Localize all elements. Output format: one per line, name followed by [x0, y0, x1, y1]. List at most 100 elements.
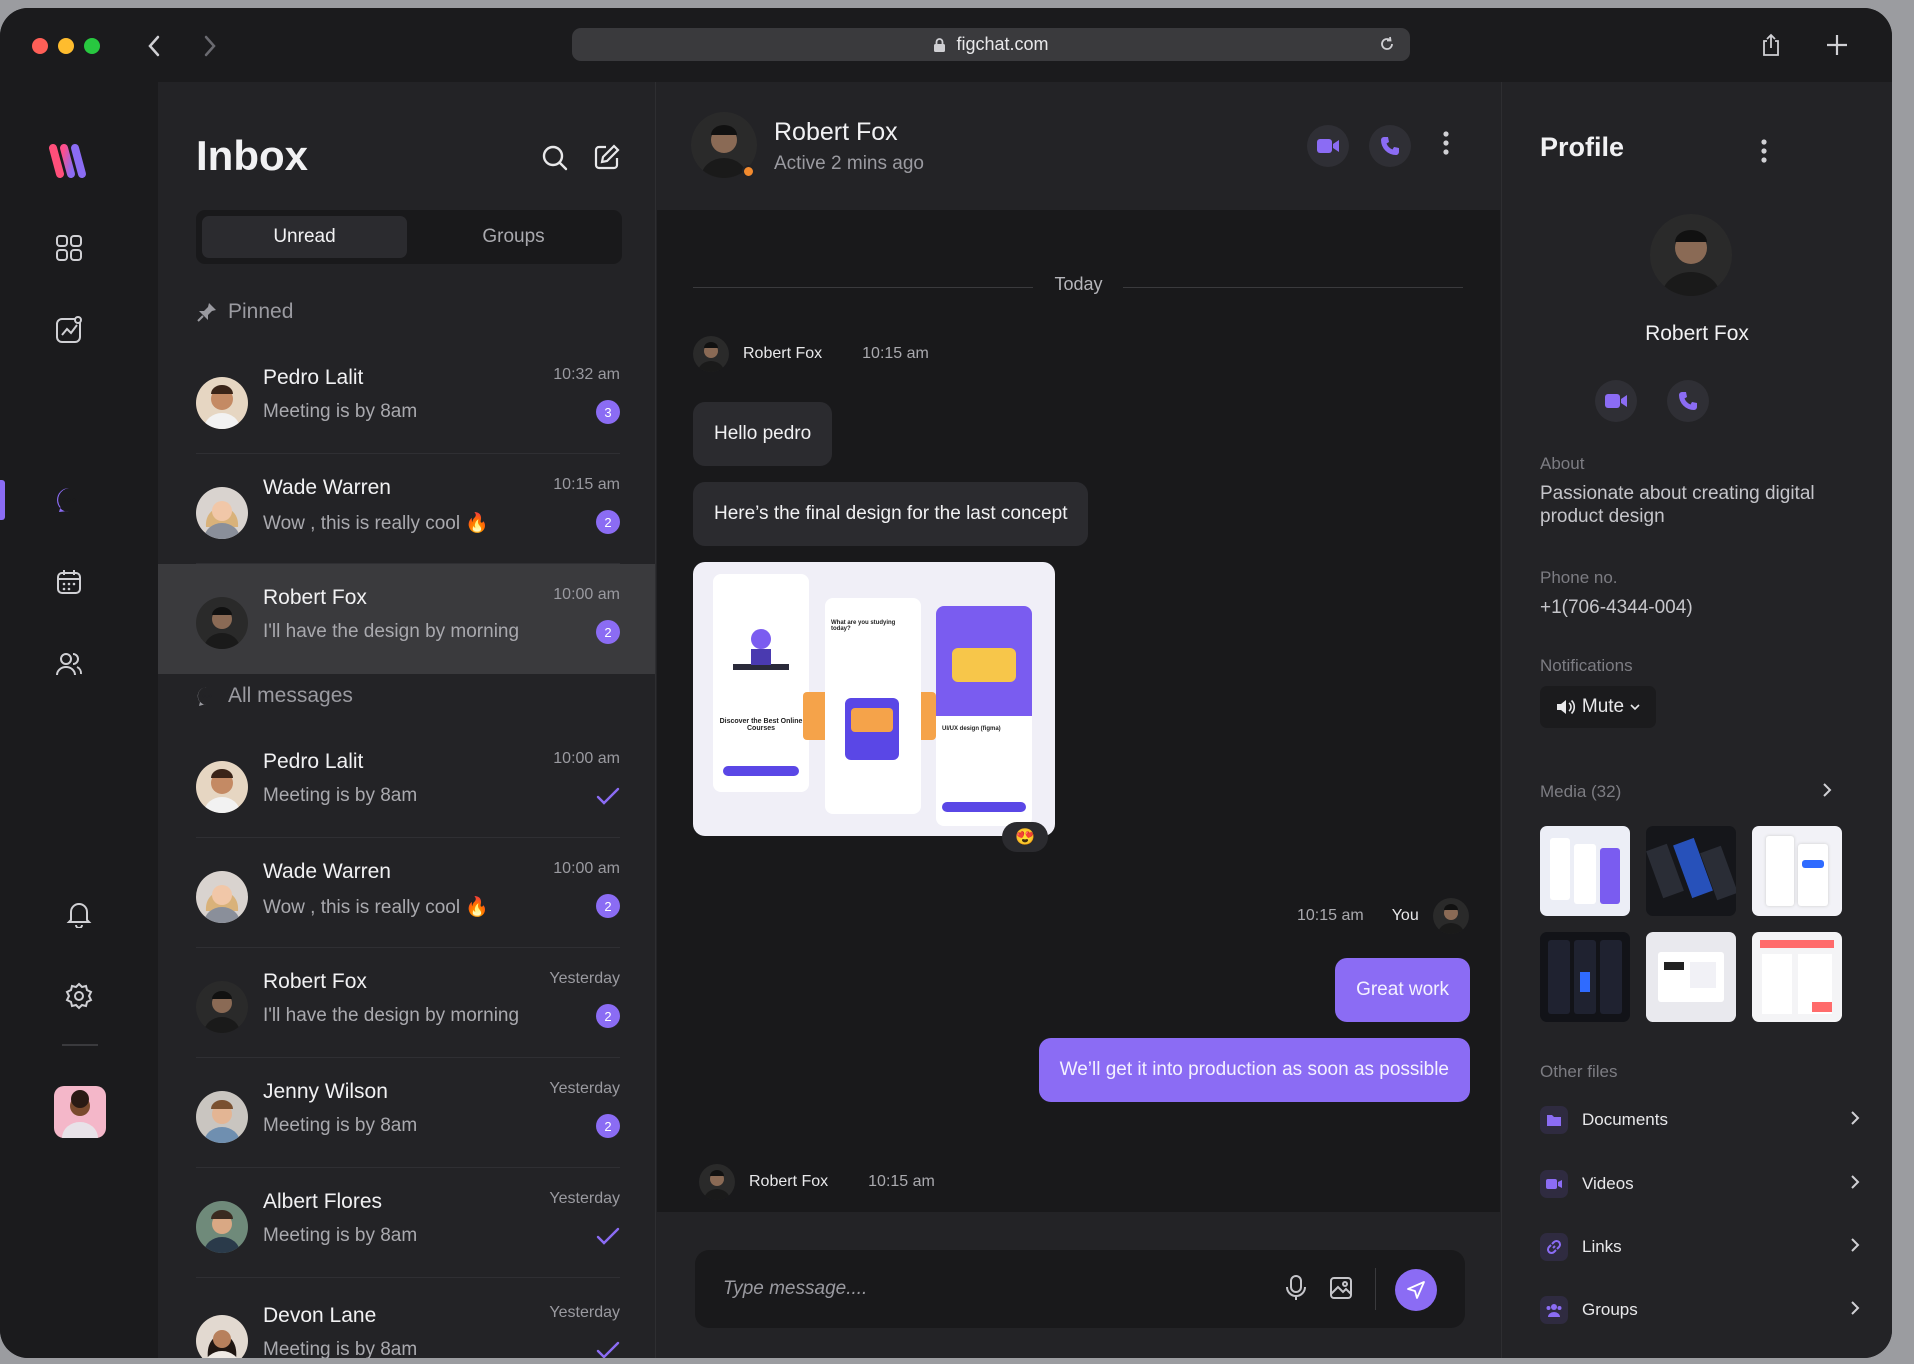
- chevron-right-icon: [1850, 1174, 1860, 1195]
- chevron-right-icon: [1850, 1110, 1860, 1131]
- analytics-icon[interactable]: [49, 310, 89, 350]
- chat-header: Robert Fox Active 2 mins ago: [657, 82, 1500, 210]
- conversation-item[interactable]: Albert Flores Meeting is by 8am Yesterda…: [158, 1168, 655, 1278]
- media-thumbnail[interactable]: [1540, 932, 1630, 1022]
- avatar: [196, 487, 248, 539]
- bell-icon[interactable]: [59, 894, 99, 934]
- media-label: Media (32): [1540, 782, 1622, 801]
- conversation-item[interactable]: Robert Fox I'll have the design by morni…: [158, 948, 655, 1058]
- unread-badge: 2: [596, 510, 620, 534]
- video-call-button[interactable]: [1307, 125, 1349, 167]
- file-category-groups[interactable]: Groups: [1540, 1290, 1860, 1330]
- media-thumbnail[interactable]: [1540, 826, 1630, 916]
- folder-icon: [1540, 1106, 1568, 1134]
- other-files-label: Other files: [1540, 1062, 1618, 1081]
- close-window-button[interactable]: [32, 38, 48, 54]
- chevron-right-icon[interactable]: [1822, 782, 1832, 803]
- url-text: figchat.com: [956, 34, 1049, 54]
- composer-divider: [1375, 1268, 1376, 1310]
- tab-unread[interactable]: Unread: [202, 216, 407, 258]
- file-category-label: Links: [1582, 1237, 1622, 1256]
- profile-video-call-button[interactable]: [1595, 380, 1637, 422]
- contacts-icon[interactable]: [49, 644, 89, 684]
- conversation-item-active[interactable]: Robert Fox I'll have the design by morni…: [158, 564, 655, 674]
- user-avatar[interactable]: [54, 1086, 106, 1138]
- chat-contact-status: Active 2 mins ago: [774, 153, 924, 174]
- mockup-illustration: [952, 648, 1016, 682]
- profile-name: Robert Fox: [1645, 322, 1749, 345]
- conversation-item[interactable]: Devon Lane Meeting is by 8am Yesterday: [158, 1282, 655, 1358]
- media-thumbnail[interactable]: [1752, 826, 1842, 916]
- minimize-window-button[interactable]: [58, 38, 74, 54]
- sender-time: 10:15 am: [862, 345, 929, 362]
- media-thumbnail[interactable]: [1646, 932, 1736, 1022]
- conversation-item[interactable]: Pedro Lalit Meeting is by 8am 10:00 am: [158, 728, 655, 838]
- maximize-window-button[interactable]: [84, 38, 100, 54]
- back-icon[interactable]: [140, 32, 168, 60]
- message-preview: I'll have the design by morning: [263, 621, 520, 642]
- settings-icon[interactable]: [59, 976, 99, 1016]
- chevron-right-icon: [1850, 1237, 1860, 1258]
- file-category-label: Documents: [1582, 1110, 1668, 1129]
- avatar: [196, 981, 248, 1033]
- reload-icon[interactable]: [1378, 35, 1396, 58]
- lock-icon: [933, 37, 946, 53]
- message-reaction[interactable]: 😍: [1002, 822, 1048, 852]
- mockup-peek-card: [921, 692, 936, 740]
- notifications-dropdown[interactable]: Mute: [1540, 686, 1656, 728]
- avatar: [196, 1201, 248, 1253]
- conversation-item[interactable]: Wade Warren Wow , this is really cool 🔥 …: [158, 838, 655, 948]
- app-logo[interactable]: [49, 138, 91, 184]
- message-input[interactable]: Type message....: [695, 1250, 1465, 1328]
- profile-title: Profile: [1540, 132, 1625, 162]
- forward-icon[interactable]: [196, 32, 224, 60]
- media-thumbnail[interactable]: [1646, 826, 1736, 916]
- profile-voice-call-button[interactable]: [1667, 380, 1709, 422]
- contact-name: Wade Warren: [263, 476, 391, 499]
- sender-avatar: [693, 336, 729, 372]
- microphone-icon[interactable]: [1285, 1274, 1307, 1307]
- message-sender: Robert Fox 10:15 am: [693, 336, 929, 372]
- media-thumbnail[interactable]: [1752, 932, 1842, 1022]
- inbox-panel: Inbox Unread Groups Pinned Pedro Lalit M…: [158, 82, 656, 1358]
- message-time: Yesterday: [549, 970, 620, 987]
- calendar-icon[interactable]: [49, 562, 89, 602]
- conversation-item[interactable]: Wade Warren Wow , this is really cool 🔥 …: [158, 454, 655, 564]
- profile-more-icon[interactable]: [1760, 138, 1768, 169]
- shared-image[interactable]: Discover the Best Online Courses What ar…: [693, 562, 1055, 836]
- image-attach-icon[interactable]: [1329, 1276, 1353, 1305]
- send-button[interactable]: [1395, 1269, 1437, 1311]
- conversation-item[interactable]: Jenny Wilson Meeting is by 8am Yesterday…: [158, 1058, 655, 1168]
- chat-icon[interactable]: [49, 480, 89, 520]
- divider: [196, 1277, 620, 1278]
- voice-call-button[interactable]: [1369, 125, 1411, 167]
- chat-panel: Robert Fox Active 2 mins ago Today Rober…: [657, 82, 1500, 1358]
- unread-badge: 2: [596, 620, 620, 644]
- mockup-button: [942, 802, 1026, 812]
- share-icon[interactable]: [1756, 30, 1786, 60]
- chat-contact-name: Robert Fox: [774, 118, 898, 146]
- new-tab-icon[interactable]: [1822, 30, 1852, 60]
- compose-icon[interactable]: [594, 144, 620, 175]
- tab-groups[interactable]: Groups: [411, 216, 616, 258]
- all-messages-header: All messages: [196, 684, 353, 708]
- file-category-documents[interactable]: Documents: [1540, 1100, 1860, 1140]
- video-icon: [1317, 139, 1339, 153]
- more-options-icon[interactable]: [1442, 130, 1450, 161]
- message-placeholder: Type message....: [723, 1278, 868, 1299]
- file-category-links[interactable]: Links: [1540, 1227, 1860, 1267]
- sender-avatar: [699, 1164, 735, 1200]
- unread-badge: 2: [596, 1114, 620, 1138]
- url-bar[interactable]: figchat.com: [572, 28, 1410, 61]
- search-icon[interactable]: [541, 144, 569, 177]
- message-time: 10:00 am: [553, 750, 620, 767]
- rail-divider: [62, 1044, 98, 1046]
- read-check-icon: [596, 1226, 620, 1251]
- contact-name: Pedro Lalit: [263, 366, 364, 389]
- contact-name: Wade Warren: [263, 860, 391, 883]
- dashboard-icon[interactable]: [49, 228, 89, 268]
- file-category-videos[interactable]: Videos: [1540, 1164, 1860, 1204]
- message-time: 10:32 am: [553, 366, 620, 383]
- conversation-item[interactable]: Pedro Lalit Meeting is by 8am 10:32 am 3: [158, 344, 655, 454]
- inbox-filter-tabs: Unread Groups: [196, 210, 622, 264]
